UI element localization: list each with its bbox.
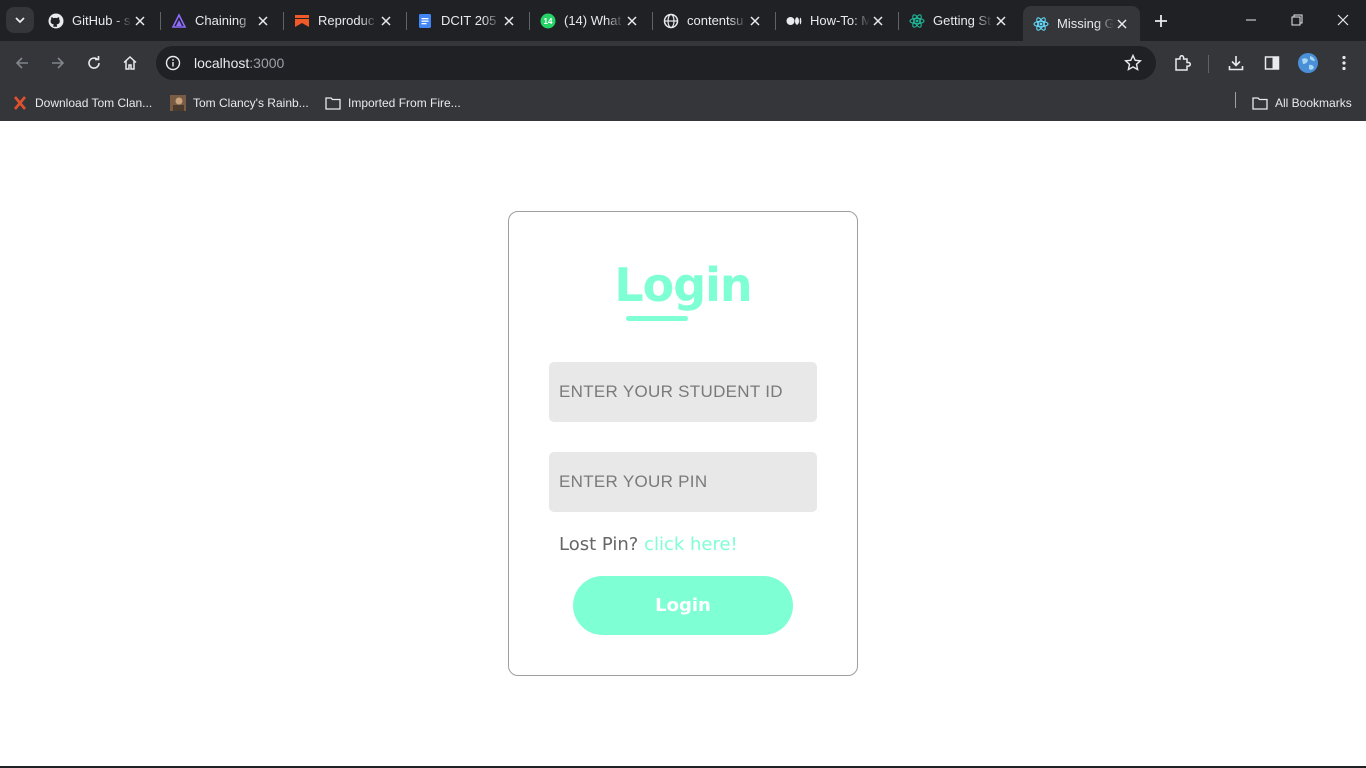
side-panel-icon bbox=[1264, 56, 1280, 70]
triangle-logo-icon bbox=[171, 12, 187, 29]
tab-strip: GitHub - s Chaining Reproduc DCIT 205 14… bbox=[0, 0, 1366, 41]
all-bookmarks-button[interactable]: All Bookmarks bbox=[1252, 92, 1352, 114]
downloads-button[interactable] bbox=[1224, 51, 1248, 75]
arrow-left-icon bbox=[15, 57, 28, 69]
tab-medium[interactable]: How-To: M bbox=[776, 7, 896, 34]
home-button[interactable] bbox=[117, 50, 143, 76]
tab-getting-started[interactable]: Getting St bbox=[899, 7, 1019, 34]
tab-contentsu[interactable]: contentsu bbox=[653, 7, 773, 34]
chevron-down-icon bbox=[15, 17, 25, 24]
home-icon bbox=[123, 55, 137, 70]
close-icon[interactable] bbox=[1114, 16, 1130, 32]
bookmark-item[interactable]: Tom Clancy's Rainb... bbox=[170, 92, 309, 114]
address-bar[interactable]: localhost:3000 bbox=[156, 46, 1156, 80]
login-title: Login bbox=[614, 258, 752, 312]
tab-title: How-To: M bbox=[810, 13, 870, 28]
title-underline bbox=[626, 316, 688, 321]
profile-avatar[interactable] bbox=[1296, 51, 1320, 75]
close-window-button[interactable] bbox=[1329, 8, 1357, 32]
tab-title: Chaining bbox=[195, 13, 247, 28]
more-vert-icon bbox=[1342, 55, 1346, 71]
close-icon[interactable] bbox=[255, 13, 271, 29]
bookmark-label: Download Tom Clan... bbox=[35, 96, 153, 110]
side-panel-button[interactable] bbox=[1260, 51, 1284, 75]
close-icon[interactable] bbox=[132, 13, 148, 29]
star-icon[interactable] bbox=[1124, 54, 1142, 72]
tab-title: contentsu bbox=[687, 13, 744, 28]
google-docs-icon bbox=[417, 13, 433, 29]
forward-button[interactable] bbox=[45, 50, 71, 76]
restore-icon bbox=[1291, 14, 1303, 26]
tab-reproduc[interactable]: Reproduc bbox=[284, 7, 404, 34]
react-icon bbox=[1033, 16, 1049, 32]
tab-title: (14) What bbox=[564, 13, 622, 28]
new-tab-button[interactable] bbox=[1150, 10, 1172, 32]
close-icon[interactable] bbox=[624, 13, 640, 29]
tab-title: GitHub - s bbox=[72, 13, 131, 28]
bookmark-folder[interactable]: Imported From Fire... bbox=[325, 92, 461, 114]
extensions-button[interactable] bbox=[1170, 51, 1194, 75]
close-icon[interactable] bbox=[378, 13, 394, 29]
tab-title: DCIT 205 bbox=[441, 13, 497, 28]
react-icon bbox=[909, 13, 925, 29]
tab-whatsapp[interactable]: 14 (14) What bbox=[530, 7, 650, 34]
back-button[interactable] bbox=[9, 50, 35, 76]
globe-icon bbox=[663, 13, 679, 29]
github-icon bbox=[48, 13, 64, 29]
tab-github[interactable]: GitHub - s bbox=[38, 7, 158, 34]
whatsapp-icon: 14 bbox=[540, 13, 556, 29]
bookmark-item[interactable]: Download Tom Clan... bbox=[12, 92, 152, 114]
lost-pin-link[interactable]: click here! bbox=[644, 534, 738, 555]
game-thumbnail-icon bbox=[170, 95, 186, 111]
tab-chaining[interactable]: Chaining bbox=[161, 7, 281, 34]
all-bookmarks-label: All Bookmarks bbox=[1275, 96, 1352, 110]
tab-title: Getting St bbox=[933, 13, 991, 28]
url-text: localhost:3000 bbox=[194, 55, 284, 71]
login-button[interactable]: Login bbox=[573, 576, 793, 635]
pin-input[interactable] bbox=[549, 452, 817, 512]
tab-search-button[interactable] bbox=[6, 7, 34, 33]
browser-toolbar: localhost:3000 bbox=[0, 41, 1366, 85]
url-host: localhost bbox=[194, 55, 250, 71]
page-content: Login Lost Pin? click here! Login bbox=[0, 121, 1366, 768]
reload-icon bbox=[88, 56, 100, 69]
lost-pin-label: Lost Pin? bbox=[559, 534, 639, 555]
close-icon bbox=[1337, 14, 1349, 26]
login-card: Login Lost Pin? click here! Login bbox=[508, 211, 858, 676]
menu-button[interactable] bbox=[1332, 51, 1356, 75]
arrow-right-icon bbox=[52, 57, 65, 69]
tab-missing-active[interactable]: Missing G bbox=[1023, 6, 1140, 41]
medium-icon bbox=[786, 13, 802, 29]
bookmark-label: Tom Clancy's Rainb... bbox=[193, 96, 309, 110]
url-port: :3000 bbox=[249, 55, 285, 71]
tab-title: Missing G bbox=[1057, 16, 1114, 31]
minimize-button[interactable] bbox=[1237, 8, 1265, 32]
tab-title: Reproduc bbox=[318, 13, 375, 28]
close-icon[interactable] bbox=[993, 13, 1009, 29]
info-icon[interactable] bbox=[164, 54, 182, 72]
folder-icon bbox=[1252, 95, 1268, 111]
svg-text:14: 14 bbox=[544, 17, 553, 26]
reload-button[interactable] bbox=[81, 50, 107, 76]
restore-button[interactable] bbox=[1283, 8, 1311, 32]
close-icon[interactable] bbox=[747, 13, 763, 29]
bookmarks-bar: Download Tom Clan... Tom Clancy's Rainb.… bbox=[0, 85, 1366, 121]
download-icon bbox=[1228, 56, 1244, 71]
bookmark-label: Imported From Fire... bbox=[348, 96, 461, 110]
plus-icon bbox=[1155, 15, 1167, 27]
student-id-input[interactable] bbox=[549, 362, 817, 422]
bookmark-ribbon-icon bbox=[294, 13, 310, 29]
folder-icon bbox=[325, 95, 341, 111]
puzzle-icon bbox=[1175, 54, 1191, 71]
x-logo-icon bbox=[12, 95, 28, 111]
bookmarks-divider bbox=[1235, 92, 1236, 108]
lost-pin-text: Lost Pin? click here! bbox=[559, 534, 738, 555]
minimize-icon bbox=[1246, 19, 1256, 21]
close-icon[interactable] bbox=[870, 13, 886, 29]
close-icon[interactable] bbox=[501, 13, 517, 29]
profile-globe-icon bbox=[1298, 53, 1318, 73]
tab-dcit[interactable]: DCIT 205 bbox=[407, 7, 527, 34]
